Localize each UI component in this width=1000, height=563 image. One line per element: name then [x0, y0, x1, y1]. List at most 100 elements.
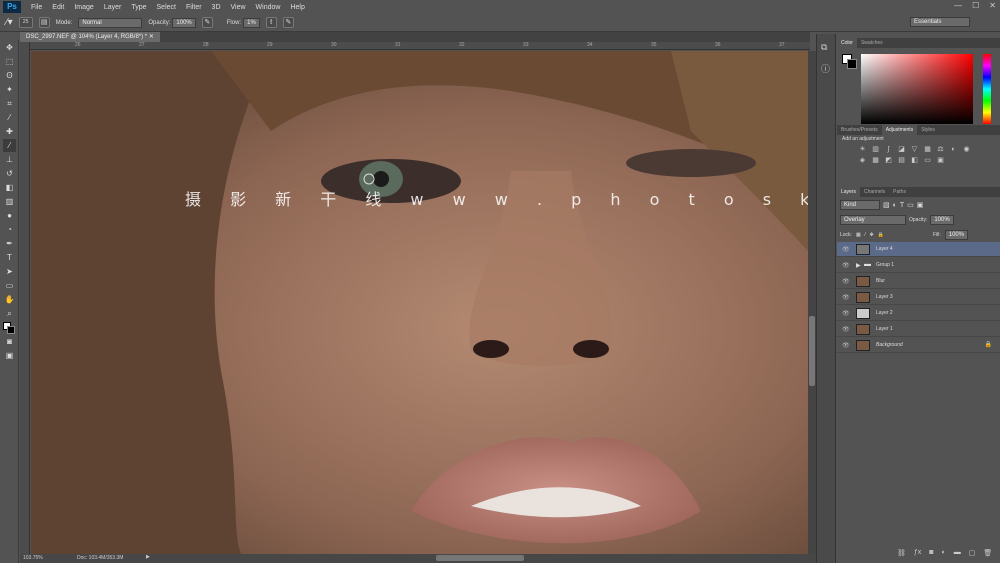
clone-stamp-tool-icon[interactable]: ⊥: [3, 153, 16, 166]
tab-channels[interactable]: Channels: [860, 187, 889, 197]
menu-view[interactable]: View: [231, 4, 246, 11]
layer-row[interactable]: 👁 Background 🔒: [837, 338, 1000, 353]
filter-pixel-icon[interactable]: ▧: [883, 201, 890, 209]
delete-layer-icon[interactable]: 🗑: [983, 549, 992, 557]
visibility-eye-icon[interactable]: 👁: [842, 310, 850, 317]
flow-input[interactable]: 1%: [243, 17, 260, 28]
brush-panel-icon[interactable]: ▤: [38, 17, 50, 28]
pen-tool-icon[interactable]: ✒: [3, 237, 16, 250]
lasso-tool-icon[interactable]: ʘ: [3, 69, 16, 82]
blend-mode-select[interactable]: Overlay: [840, 215, 906, 225]
photo-filter-icon[interactable]: ◉: [961, 145, 972, 154]
document-canvas[interactable]: [31, 51, 808, 554]
new-adjustment-icon[interactable]: ◐: [942, 549, 946, 557]
crop-tool-icon[interactable]: ⌗: [3, 97, 16, 110]
pressure-size-icon[interactable]: ✎: [282, 17, 294, 28]
layer-row[interactable]: 👁 Layer 3: [837, 290, 1000, 305]
vibrance-icon[interactable]: ▽: [909, 145, 920, 154]
color-field[interactable]: [861, 54, 973, 124]
move-tool-icon[interactable]: ✥: [3, 41, 16, 54]
menu-file[interactable]: File: [31, 4, 42, 11]
color-lookup-icon[interactable]: ▦: [870, 156, 881, 165]
filter-type-icon[interactable]: T: [900, 202, 904, 209]
tab-close-icon[interactable]: ✕: [149, 34, 154, 40]
vertical-scroll-thumb[interactable]: [809, 316, 815, 386]
selective-color-icon[interactable]: ▣: [935, 156, 946, 165]
eraser-tool-icon[interactable]: ◧: [3, 181, 16, 194]
hue-saturation-icon[interactable]: ▦: [922, 145, 933, 154]
close-icon[interactable]: ✕: [989, 1, 996, 10]
tab-paths[interactable]: Paths: [889, 187, 910, 197]
document-tab[interactable]: DSC_2997.NEF @ 104% (Layer 4, RGB/8*) * …: [20, 32, 160, 42]
opacity-input[interactable]: 100%: [172, 17, 196, 28]
quick-select-tool-icon[interactable]: ✦: [3, 83, 16, 96]
hue-slider[interactable]: [983, 54, 991, 124]
quick-mask-icon[interactable]: ◙: [3, 335, 16, 348]
new-layer-icon[interactable]: ▢: [969, 549, 976, 557]
filter-adjust-icon[interactable]: ◐: [893, 202, 897, 209]
layer-row[interactable]: 👁 ▶ ▬ Group 1: [837, 258, 1000, 273]
menu-filter[interactable]: Filter: [186, 4, 202, 11]
gradient-tool-icon[interactable]: ▥: [3, 195, 16, 208]
shape-tool-icon[interactable]: ▭: [3, 279, 16, 292]
layer-row[interactable]: 👁 Layer 2: [837, 306, 1000, 321]
new-group-icon[interactable]: ▬: [954, 549, 961, 557]
menu-type[interactable]: Type: [131, 4, 146, 11]
exposure-icon[interactable]: ◪: [896, 145, 907, 154]
workspace-select[interactable]: Essentials: [910, 17, 970, 27]
minimize-icon[interactable]: —: [954, 1, 962, 10]
screen-mode-icon[interactable]: ▣: [3, 349, 16, 362]
brush-tool-icon[interactable]: ⁄: [3, 139, 16, 152]
visibility-eye-icon[interactable]: 👁: [842, 294, 850, 301]
gradient-map-icon[interactable]: ▭: [922, 156, 933, 165]
menu-3d[interactable]: 3D: [212, 4, 221, 11]
expand-group-icon[interactable]: ▶: [856, 262, 861, 269]
history-brush-tool-icon[interactable]: ↺: [3, 167, 16, 180]
brush-tool-icon[interactable]: ⁄▾: [6, 17, 13, 28]
healing-tool-icon[interactable]: ✚: [3, 125, 16, 138]
brush-size-picker[interactable]: 25: [18, 17, 33, 28]
lock-position-icon[interactable]: ✥: [870, 232, 874, 238]
add-style-icon[interactable]: ƒx: [914, 549, 921, 557]
dodge-tool-icon[interactable]: ◔: [3, 223, 16, 236]
menu-help[interactable]: Help: [290, 4, 304, 11]
lock-transparent-icon[interactable]: ▦: [856, 232, 861, 238]
color-swatches-icon[interactable]: [3, 321, 16, 334]
path-select-tool-icon[interactable]: ➤: [3, 265, 16, 278]
zoom-level[interactable]: 103.75%: [23, 555, 43, 561]
mode-select[interactable]: Normal: [78, 17, 143, 28]
layer-row[interactable]: 👁 Layer 1: [837, 322, 1000, 337]
posterize-icon[interactable]: ▤: [896, 156, 907, 165]
black-white-icon[interactable]: ◐: [948, 145, 959, 154]
pressure-opacity-icon[interactable]: ✎: [201, 17, 213, 28]
color-balance-icon[interactable]: ⚖: [935, 145, 946, 154]
layer-filter-select[interactable]: Kind: [840, 200, 880, 210]
menu-layer[interactable]: Layer: [104, 4, 122, 11]
threshold-icon[interactable]: ◧: [909, 156, 920, 165]
brightness-icon[interactable]: ☀: [857, 145, 868, 154]
blur-tool-icon[interactable]: ●: [3, 209, 16, 222]
tab-color[interactable]: Color: [837, 38, 857, 48]
fill-input[interactable]: 100%: [944, 230, 969, 240]
background-color-swatch[interactable]: [847, 59, 857, 69]
marquee-tool-icon[interactable]: ⬚: [3, 55, 16, 68]
layer-opacity-input[interactable]: 100%: [930, 215, 954, 225]
type-tool-icon[interactable]: T: [3, 251, 16, 264]
filter-smart-icon[interactable]: ▣: [917, 201, 924, 209]
lock-paint-icon[interactable]: ⁄: [865, 232, 866, 238]
visibility-eye-icon[interactable]: 👁: [842, 246, 850, 253]
layer-row[interactable]: 👁 Layer 4: [837, 242, 1000, 257]
visibility-eye-icon[interactable]: 👁: [842, 342, 850, 349]
tab-swatches[interactable]: Swatches: [857, 38, 887, 48]
menu-select[interactable]: Select: [157, 4, 176, 11]
tab-layers[interactable]: Layers: [837, 187, 861, 197]
visibility-eye-icon[interactable]: 👁: [842, 262, 850, 269]
eyedropper-tool-icon[interactable]: ⁄: [3, 111, 16, 124]
menu-edit[interactable]: Edit: [52, 4, 64, 11]
curves-icon[interactable]: ∫: [883, 145, 894, 154]
link-layers-icon[interactable]: ⛓: [897, 549, 906, 557]
horizontal-scroll-thumb[interactable]: [436, 555, 524, 561]
menu-window[interactable]: Window: [256, 4, 281, 11]
visibility-eye-icon[interactable]: 👁: [842, 326, 850, 333]
filter-shape-icon[interactable]: ▭: [907, 201, 914, 209]
